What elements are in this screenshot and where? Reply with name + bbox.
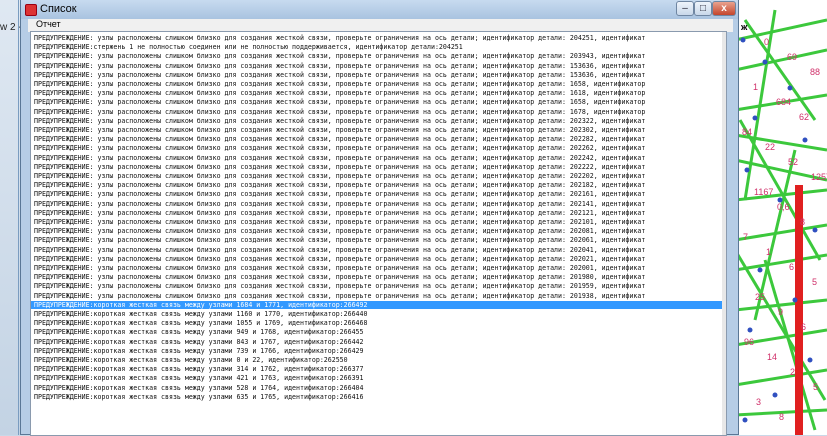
- model-label: 684: [776, 97, 791, 107]
- warnings-list[interactable]: ПРЕДУПРЕЖДЕНИЕ: узлы расположены слишком…: [30, 31, 727, 436]
- model-label: 62: [799, 112, 809, 122]
- list-item[interactable]: ПРЕДУПРЕЖДЕНИЕ: узлы расположены слишком…: [34, 255, 645, 263]
- model-label: 6: [801, 322, 806, 332]
- title-bar[interactable]: Список – □ x: [21, 0, 738, 19]
- list-item[interactable]: ПРЕДУПРЕЖДЕНИЕ:короткая жесткая связь ме…: [34, 338, 364, 346]
- list-item[interactable]: ПРЕДУПРЕЖДЕНИЕ:короткая жесткая связь ме…: [34, 374, 364, 382]
- model-label: 5: [812, 277, 817, 287]
- model-label: 9: [778, 307, 783, 317]
- list-item[interactable]: ПРЕДУПРЕЖДЕНИЕ:короткая жесткая связь ме…: [34, 319, 367, 327]
- model-3d-view[interactable]: ж06988168462842252125711670,687165259696…: [735, 0, 827, 435]
- window-title: Список: [40, 3, 77, 15]
- list-item[interactable]: ПРЕДУПРЕЖДЕНИЕ: узлы расположены слишком…: [34, 264, 645, 272]
- divider: [18, 0, 19, 435]
- model-label: 88: [810, 67, 820, 77]
- list-item[interactable]: ПРЕДУПРЕЖДЕНИЕ:короткая жесткая связь ме…: [34, 310, 367, 318]
- list-item[interactable]: ПРЕДУПРЕЖДЕНИЕ: узлы расположены слишком…: [34, 190, 645, 198]
- node: [742, 417, 748, 423]
- model-label: 1257: [811, 172, 827, 182]
- node: [762, 59, 768, 65]
- list-item[interactable]: ПРЕДУПРЕЖДЕНИЕ: узлы расположены слишком…: [34, 126, 645, 134]
- node: [752, 115, 758, 121]
- list-item[interactable]: ПРЕДУПРЕЖДЕНИЕ: узлы расположены слишком…: [34, 117, 645, 125]
- list-item[interactable]: ПРЕДУПРЕЖДЕНИЕ: узлы расположены слишком…: [34, 144, 645, 152]
- list-item[interactable]: ПРЕДУПРЕЖДЕНИЕ: узлы расположены слишком…: [34, 34, 645, 42]
- model-label: 1: [753, 82, 758, 92]
- list-item-selected[interactable]: ПРЕДУПРЕЖДЕНИЕ:короткая жесткая связь ме…: [31, 300, 726, 309]
- model-label: ж: [740, 22, 748, 32]
- list-item[interactable]: ПРЕДУПРЕЖДЕНИЕ: узлы расположены слишком…: [34, 71, 645, 79]
- model-label: 3: [756, 397, 761, 407]
- model-label: 84: [742, 127, 752, 137]
- vertical-scrollbar[interactable]: [722, 32, 726, 435]
- list-item[interactable]: ПРЕДУПРЕЖДЕНИЕ: узлы расположены слишком…: [34, 292, 645, 300]
- list-item[interactable]: ПРЕДУПРЕЖДЕНИЕ: узлы расположены слишком…: [34, 200, 645, 208]
- list-item[interactable]: ПРЕДУПРЕЖДЕНИЕ: узлы расположены слишком…: [34, 52, 645, 60]
- model-label: 52: [788, 157, 798, 167]
- model-label: 22: [765, 142, 775, 152]
- node: [744, 167, 750, 173]
- app-icon: [25, 4, 37, 16]
- model-background: [735, 0, 827, 435]
- list-item[interactable]: ПРЕДУПРЕЖДЕНИЕ: узлы расположены слишком…: [34, 172, 645, 180]
- model-label: 5: [813, 382, 818, 392]
- node: [792, 297, 798, 303]
- node: [747, 327, 753, 333]
- model-label: 1: [766, 247, 771, 257]
- node: [812, 227, 818, 233]
- node: [757, 267, 763, 273]
- model-label: 96: [744, 337, 754, 347]
- model-label: 25: [755, 292, 765, 302]
- model-label: 0: [764, 37, 769, 47]
- model-label: 14: [767, 352, 777, 362]
- list-item[interactable]: ПРЕДУПРЕЖДЕНИЕ: узлы расположены слишком…: [34, 236, 645, 244]
- list-item[interactable]: ПРЕДУПРЕЖДЕНИЕ:короткая жесткая связь ме…: [34, 356, 348, 364]
- model-label: 7: [743, 232, 748, 242]
- list-item[interactable]: ПРЕДУПРЕЖДЕНИЕ: узлы расположены слишком…: [34, 282, 645, 290]
- model-label: 8: [779, 412, 784, 422]
- model-label: 2: [790, 367, 795, 377]
- list-item[interactable]: ПРЕДУПРЕЖДЕНИЕ: узлы расположены слишком…: [34, 218, 645, 226]
- list-item[interactable]: ПРЕДУПРЕЖДЕНИЕ: узлы расположены слишком…: [34, 89, 645, 97]
- model-label: 8: [800, 217, 805, 227]
- node: [807, 357, 813, 363]
- minimize-button[interactable]: –: [676, 1, 694, 16]
- list-item[interactable]: ПРЕДУПРЕЖДЕНИЕ:стержень 1 не полностью с…: [34, 43, 463, 51]
- list-item[interactable]: ПРЕДУПРЕЖДЕНИЕ: узлы расположены слишком…: [34, 62, 645, 70]
- model-canvas[interactable]: ж06988168462842252125711670,687165259696…: [735, 0, 827, 435]
- model-label: 1167: [754, 187, 773, 197]
- list-item[interactable]: ПРЕДУПРЕЖДЕНИЕ:короткая жесткая связь ме…: [34, 365, 364, 373]
- list-item[interactable]: ПРЕДУПРЕЖДЕНИЕ: узлы расположены слишком…: [34, 80, 645, 88]
- model-label: 0,6: [777, 202, 790, 212]
- close-button[interactable]: x: [712, 1, 736, 16]
- node: [740, 37, 746, 43]
- list-item[interactable]: ПРЕДУПРЕЖДЕНИЕ: узлы расположены слишком…: [34, 135, 645, 143]
- list-item[interactable]: ПРЕДУПРЕЖДЕНИЕ:короткая жесткая связь ме…: [34, 393, 364, 401]
- list-item[interactable]: ПРЕДУПРЕЖДЕНИЕ:короткая жесткая связь ме…: [34, 384, 364, 392]
- list-item[interactable]: ПРЕДУПРЕЖДЕНИЕ:короткая жесткая связь ме…: [34, 347, 364, 355]
- node: [787, 85, 793, 91]
- list-item[interactable]: ПРЕДУПРЕЖДЕНИЕ: узлы расположены слишком…: [34, 154, 645, 162]
- node: [772, 392, 778, 398]
- list-item[interactable]: ПРЕДУПРЕЖДЕНИЕ: узлы расположены слишком…: [34, 181, 645, 189]
- node: [802, 137, 808, 143]
- maximize-button[interactable]: □: [694, 1, 712, 16]
- list-item[interactable]: ПРЕДУПРЕЖДЕНИЕ: узлы расположены слишком…: [34, 246, 645, 254]
- list-item[interactable]: ПРЕДУПРЕЖДЕНИЕ: узлы расположены слишком…: [34, 209, 645, 217]
- model-label: 69: [787, 52, 797, 62]
- list-item[interactable]: ПРЕДУПРЕЖДЕНИЕ: узлы расположены слишком…: [34, 108, 645, 116]
- model-label: 6: [789, 262, 794, 272]
- list-dialog: Список – □ x Отчет ПРЕДУПРЕЖДЕНИЕ: узлы …: [20, 0, 739, 436]
- list-item[interactable]: ПРЕДУПРЕЖДЕНИЕ: узлы расположены слишком…: [34, 163, 645, 171]
- list-item[interactable]: ПРЕДУПРЕЖДЕНИЕ: узлы расположены слишком…: [34, 273, 645, 281]
- menu-item-report[interactable]: Отчет: [36, 19, 61, 29]
- list-item[interactable]: ПРЕДУПРЕЖДЕНИЕ: узлы расположены слишком…: [34, 227, 645, 235]
- list-item[interactable]: ПРЕДУПРЕЖДЕНИЕ: узлы расположены слишком…: [34, 98, 645, 106]
- list-item[interactable]: ПРЕДУПРЕЖДЕНИЕ:короткая жесткая связь ме…: [34, 328, 364, 336]
